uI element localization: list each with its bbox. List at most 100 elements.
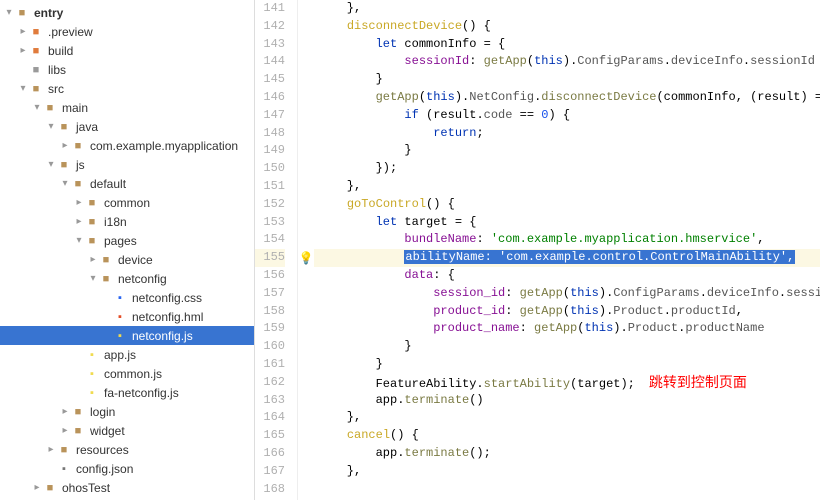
file-js-icon: ▪: [84, 385, 100, 401]
folder-icon-icon: ■: [56, 119, 72, 135]
tree-item-device[interactable]: ■device: [0, 250, 254, 269]
tree-item-netconfig-css[interactable]: ▪netconfig.css: [0, 288, 254, 307]
code-editor[interactable]: 1411421431441451461471481491501511521531…: [255, 0, 820, 500]
code-line-149[interactable]: }: [314, 142, 820, 160]
folder-icon-icon: ■: [70, 423, 86, 439]
tree-label: src: [48, 82, 64, 96]
code-line-166[interactable]: app.terminate();: [314, 445, 820, 463]
lightbulb-icon[interactable]: 💡: [299, 251, 314, 265]
tree-caret-icon[interactable]: [18, 45, 28, 56]
code-line-165[interactable]: cancel() {: [314, 427, 820, 445]
tree-label: libs: [48, 63, 66, 77]
tree-caret-icon[interactable]: [88, 273, 98, 284]
code-line-163[interactable]: app.terminate(): [314, 392, 820, 410]
code-line-154[interactable]: bundleName: 'com.example.myapplication.h…: [314, 231, 820, 249]
tree-item-netconfig-js[interactable]: ▪netconfig.js: [0, 326, 254, 345]
folder-icon-icon: ■: [70, 404, 86, 420]
tree-item-js[interactable]: ■ js: [0, 155, 254, 174]
tree-item-build[interactable]: ■build: [0, 41, 254, 60]
tree-caret-icon[interactable]: [18, 83, 28, 94]
tree-item-i18n[interactable]: ■i18n: [0, 212, 254, 231]
code-line-157[interactable]: session_id: getApp(this).ConfigParams.de…: [314, 285, 820, 303]
tree-caret-icon[interactable]: [4, 7, 14, 18]
tree-caret-icon[interactable]: [32, 102, 42, 113]
code-line-146[interactable]: getApp(this).NetConfig.disconnectDevice(…: [314, 89, 820, 107]
tree-item-fa-netconfig-js[interactable]: ▪fa-netconfig.js: [0, 383, 254, 402]
folder-icon-icon: ■: [70, 176, 86, 192]
folder-icon-icon: ■: [56, 157, 72, 173]
folder-icon-icon: ■: [98, 271, 114, 287]
tree-item-resources[interactable]: ■resources: [0, 440, 254, 459]
code-line-168[interactable]: [314, 481, 820, 499]
code-line-147[interactable]: if (result.code == 0) {: [314, 107, 820, 125]
tree-item-libs[interactable]: ■ libs: [0, 60, 254, 79]
tree-item-config-json[interactable]: ▪config.json: [0, 459, 254, 478]
tree-item-login[interactable]: ■ login: [0, 402, 254, 421]
folder-icon-icon: ■: [56, 442, 72, 458]
tree-label: netconfig.hml: [132, 310, 203, 324]
code-line-153[interactable]: let target = {: [314, 214, 820, 232]
code-line-151[interactable]: },: [314, 178, 820, 196]
tree-caret-icon[interactable]: [60, 406, 70, 417]
code-line-156[interactable]: data: {: [314, 267, 820, 285]
tree-item-ohosTest[interactable]: ■ohosTest: [0, 478, 254, 497]
tree-item-common-js[interactable]: ▪common.js: [0, 364, 254, 383]
folder-grey-icon: ■: [28, 62, 44, 78]
tree-caret-icon[interactable]: [60, 178, 70, 189]
tree-label: .preview: [48, 25, 93, 39]
tree-item-netconfig[interactable]: ■netconfig: [0, 269, 254, 288]
tree-item-widget[interactable]: ■widget: [0, 421, 254, 440]
code-line-167[interactable]: },: [314, 463, 820, 481]
tree-item-main[interactable]: ■ main: [0, 98, 254, 117]
tree-caret-icon[interactable]: [88, 254, 98, 265]
folder-icon-icon: ■: [98, 252, 114, 268]
folder-icon-icon: ■: [84, 195, 100, 211]
code-line-142[interactable]: disconnectDevice() {: [314, 18, 820, 36]
tree-label: ohosTest: [62, 481, 110, 495]
code-line-152[interactable]: goToControl() {: [314, 196, 820, 214]
code-line-148[interactable]: return;: [314, 125, 820, 143]
code-area[interactable]: }, disconnectDevice() { let commonInfo =…: [314, 0, 820, 500]
tree-label: netconfig.js: [132, 329, 193, 343]
tree-item-java[interactable]: ■java: [0, 117, 254, 136]
tree-item-netconfig-hml[interactable]: ▪netconfig.hml: [0, 307, 254, 326]
code-line-158[interactable]: product_id: getApp(this).Product.product…: [314, 303, 820, 321]
folder-icon-icon: ■: [84, 214, 100, 230]
code-line-162[interactable]: FeatureAbility.startAbility(target);跳转到控…: [314, 374, 820, 392]
file-js-icon: ▪: [84, 366, 100, 382]
tree-item-entry[interactable]: ■entry: [0, 3, 254, 22]
code-line-141[interactable]: },: [314, 0, 820, 18]
code-line-150[interactable]: });: [314, 160, 820, 178]
code-line-161[interactable]: }: [314, 356, 820, 374]
project-tree[interactable]: ■entry■.preview■build■libs■src■main■java…: [0, 0, 255, 500]
code-line-145[interactable]: }: [314, 71, 820, 89]
tree-item-src[interactable]: ■src: [0, 79, 254, 98]
tree-item-app-js[interactable]: ▪app.js: [0, 345, 254, 364]
tree-item-com-example-myapplication[interactable]: ■com.example.myapplication: [0, 136, 254, 155]
tree-caret-icon[interactable]: [60, 425, 70, 436]
tree-label: main: [62, 101, 88, 115]
tree-caret-icon[interactable]: [74, 235, 84, 246]
code-line-155[interactable]: abilityName: 'com.example.control.Contro…: [314, 249, 820, 267]
tree-caret-icon[interactable]: [74, 216, 84, 227]
hint-column: 💡: [298, 0, 314, 500]
folder-icon-icon: ■: [42, 100, 58, 116]
tree-caret-icon[interactable]: [32, 482, 42, 493]
tree-item-pages[interactable]: ■pages: [0, 231, 254, 250]
tree-caret-icon[interactable]: [46, 159, 56, 170]
tree-item--preview[interactable]: ■.preview: [0, 22, 254, 41]
tree-item-common[interactable]: ■common: [0, 193, 254, 212]
code-line-159[interactable]: product_name: getApp(this).Product.produ…: [314, 320, 820, 338]
code-line-160[interactable]: }: [314, 338, 820, 356]
tree-label: login: [90, 405, 115, 419]
tree-item-default[interactable]: ■default: [0, 174, 254, 193]
tree-caret-icon[interactable]: [18, 26, 28, 37]
code-line-164[interactable]: },: [314, 409, 820, 427]
code-line-143[interactable]: let commonInfo = {: [314, 36, 820, 54]
tree-caret-icon[interactable]: [46, 121, 56, 132]
tree-label: js: [76, 158, 85, 172]
tree-caret-icon[interactable]: [46, 444, 56, 455]
tree-caret-icon[interactable]: [74, 197, 84, 208]
tree-caret-icon[interactable]: [60, 140, 70, 151]
code-line-144[interactable]: sessionId: getApp(this).ConfigParams.dev…: [314, 53, 820, 71]
